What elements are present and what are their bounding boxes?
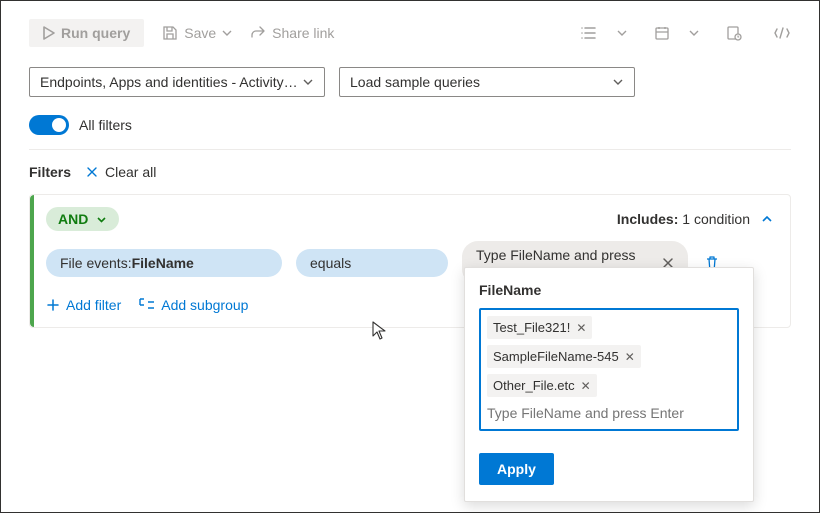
clear-all-label: Clear all [105, 164, 156, 180]
list-view-icon[interactable] [581, 24, 599, 42]
includes-prefix: Includes: [617, 211, 678, 227]
clear-all-button[interactable]: Clear all [85, 164, 156, 180]
filter-property-prefix: File events: [60, 255, 132, 271]
add-filter-label: Add filter [66, 297, 121, 313]
filters-header: Filters Clear all [29, 164, 791, 180]
apply-button[interactable]: Apply [479, 453, 554, 485]
format-icon[interactable] [773, 24, 791, 42]
group-operator-label: AND [58, 211, 88, 227]
app-frame: Run query Save Share link [0, 0, 820, 513]
all-filters-toggle[interactable] [29, 115, 69, 135]
filename-chip: SampleFileName-545 ✕ [487, 345, 641, 368]
share-link-label: Share link [272, 25, 334, 41]
calendar-icon[interactable] [653, 24, 671, 42]
scope-row: Endpoints, Apps and identities - Activit… [29, 67, 791, 97]
group-operator-pill[interactable]: AND [46, 207, 119, 231]
subgroup-icon [139, 298, 155, 312]
add-subgroup-button[interactable]: Add subgroup [139, 297, 248, 313]
chevron-down-icon [612, 76, 624, 88]
sample-queries-label: Load sample queries [350, 74, 480, 90]
play-icon [43, 26, 55, 40]
filter-operator-label: equals [310, 255, 351, 271]
add-filter-button[interactable]: Add filter [46, 297, 121, 313]
chip-label: SampleFileName-545 [493, 349, 619, 364]
plus-icon [46, 298, 60, 312]
chip-label: Test_File321! [493, 320, 570, 335]
scope-dropdown-label: Endpoints, Apps and identities - Activit… [40, 74, 298, 90]
includes-count: 1 condition [682, 211, 750, 227]
filename-text-input[interactable] [487, 403, 731, 423]
divider [29, 149, 791, 150]
chip-label: Other_File.etc [493, 378, 575, 393]
chevron-down-icon [96, 214, 107, 225]
run-query-button[interactable]: Run query [29, 19, 144, 47]
chevron-down-icon [302, 76, 314, 88]
rules-icon[interactable] [725, 24, 743, 42]
add-subgroup-label: Add subgroup [161, 297, 248, 313]
filters-label: Filters [29, 164, 71, 180]
save-icon [162, 25, 178, 41]
scope-dropdown[interactable]: Endpoints, Apps and identities - Activit… [29, 67, 325, 97]
remove-chip-icon[interactable]: ✕ [576, 321, 586, 335]
save-menu[interactable]: Save [162, 25, 232, 41]
all-filters-label: All filters [79, 117, 132, 133]
popover-title: FileName [479, 282, 739, 298]
filter-operator-pill[interactable]: equals [296, 249, 448, 277]
filter-property-name: FileName [132, 255, 194, 271]
remove-chip-icon[interactable]: ✕ [625, 350, 635, 364]
group-header: AND Includes: 1 condition [46, 207, 774, 231]
filter-property-pill[interactable]: File events: FileName [46, 249, 282, 277]
chevron-down-icon[interactable] [689, 24, 699, 42]
remove-chip-icon[interactable]: ✕ [581, 379, 591, 393]
filename-input[interactable]: Test_File321! ✕ SampleFileName-545 ✕ Oth… [479, 308, 739, 431]
includes-summary: Includes: 1 condition [617, 211, 750, 227]
filename-chip: Other_File.etc ✕ [487, 374, 597, 397]
all-filters-row: All filters [29, 115, 791, 135]
share-link-button[interactable]: Share link [250, 25, 334, 41]
save-label: Save [184, 25, 216, 41]
collapse-group-icon[interactable] [760, 212, 774, 226]
filename-chip: Test_File321! ✕ [487, 316, 592, 339]
toolbar: Run query Save Share link [29, 17, 791, 49]
chevron-down-icon [222, 28, 232, 38]
run-query-label: Run query [61, 25, 130, 41]
close-icon [85, 165, 99, 179]
filename-popover: FileName Test_File321! ✕ SampleFileName-… [464, 267, 754, 502]
share-icon [250, 25, 266, 41]
chevron-down-icon[interactable] [617, 24, 627, 42]
sample-queries-dropdown[interactable]: Load sample queries [339, 67, 635, 97]
